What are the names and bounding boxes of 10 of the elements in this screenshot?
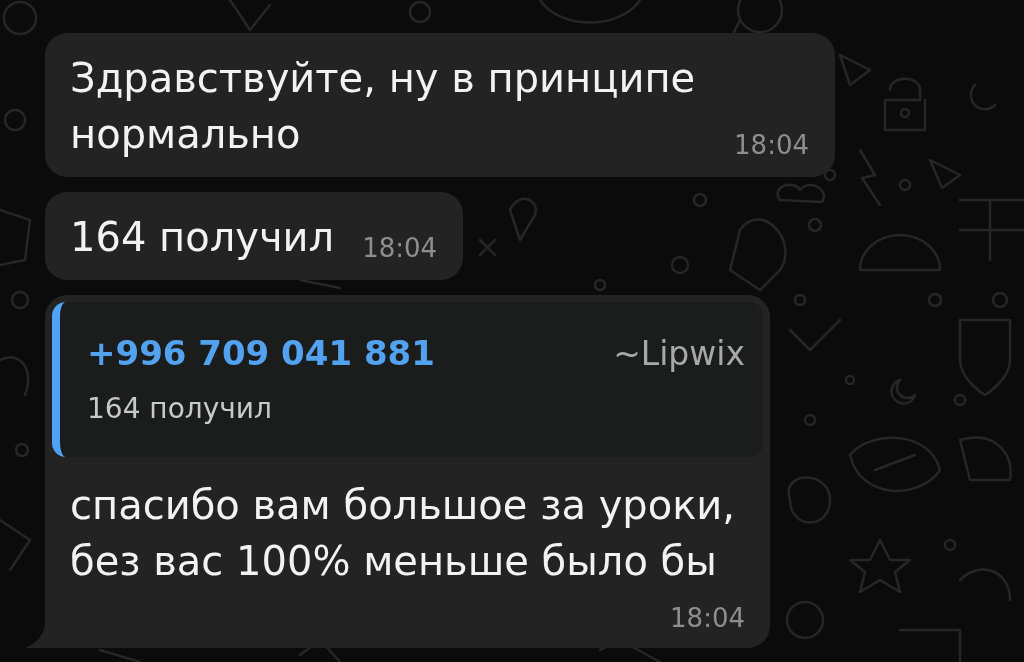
quoted-sender-phone: +996 709 041 881 bbox=[87, 332, 435, 375]
message-text: спасибо вам большое за уроки, без вас 100% меньше было бы bbox=[70, 481, 737, 586]
quoted-text: 164 получил bbox=[87, 391, 273, 427]
quoted-message[interactable]: +996 709 041 881 ~Lipwix 164 получил bbox=[52, 302, 763, 457]
message-text: Здравствуйте, ну в принципе нормально bbox=[70, 54, 697, 159]
message-time: 18:04 bbox=[362, 233, 438, 263]
quoted-sender-name: ~Lipwix bbox=[613, 333, 745, 375]
message-text: 164 получил bbox=[70, 213, 335, 262]
message-time: 18:04 bbox=[670, 603, 745, 633]
message-time: 18:04 bbox=[734, 130, 809, 160]
